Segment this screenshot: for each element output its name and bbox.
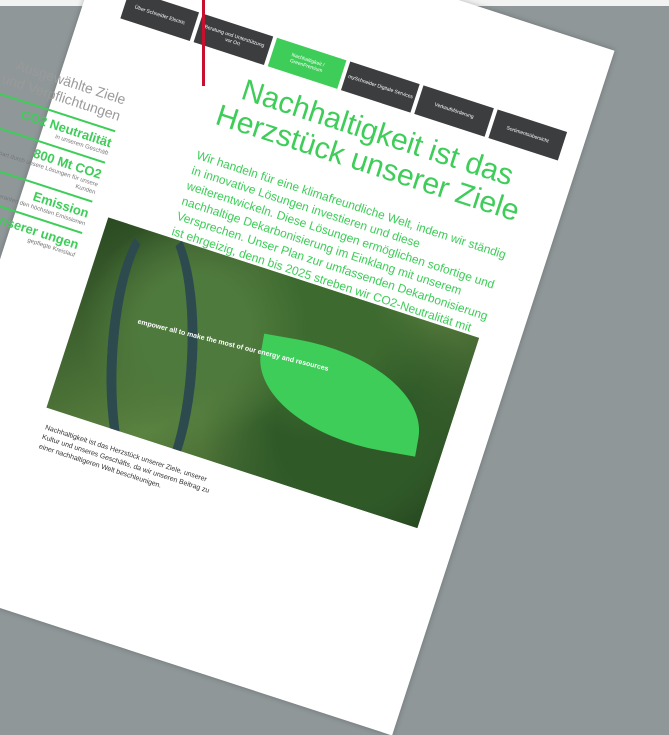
tab-consulting[interactable]: Beratung und Unterstützung vor Ort — [193, 13, 273, 65]
tab-sales-promotion[interactable]: Verkaufsförderung — [414, 85, 494, 137]
brochure-page: Über Schneider Electric Beratung und Unt… — [0, 0, 615, 735]
callout-pointer — [202, 0, 205, 86]
tab-about[interactable]: Über Schneider Electric — [120, 0, 200, 42]
tab-product-overview[interactable]: Sortimentsübersicht — [488, 109, 568, 161]
tab-digital-services[interactable]: mySchneider Digitale Services — [340, 61, 420, 113]
tab-sustainability[interactable]: Nachhaltigkeit / GreenPremium — [267, 37, 347, 89]
